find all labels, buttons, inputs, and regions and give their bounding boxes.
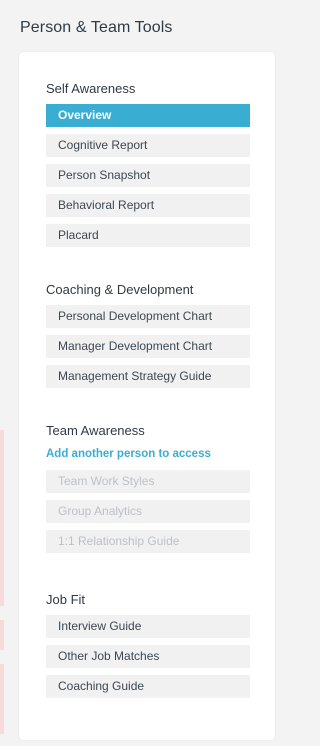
menu-item-personal-development-chart[interactable]: Personal Development Chart [46, 305, 250, 328]
menu-item-overview[interactable]: Overview [46, 104, 250, 127]
menu-item-relationship-guide: 1:1 Relationship Guide [46, 530, 250, 553]
menu-item-placard[interactable]: Placard [46, 224, 250, 247]
menu-item-other-job-matches[interactable]: Other Job Matches [46, 645, 250, 668]
menu-item-group-analytics: Group Analytics [46, 500, 250, 523]
add-person-link[interactable]: Add another person to access [46, 446, 250, 462]
section-coaching-development: Coaching & Development Personal Developm… [46, 281, 250, 395]
section-heading-self-awareness: Self Awareness [46, 81, 136, 96]
panel-title: Person & Team Tools [20, 19, 173, 36]
menu-item-behavioral-report[interactable]: Behavioral Report [46, 194, 250, 217]
left-edge-strip [0, 0, 4, 746]
tools-card: Self Awareness Overview Cognitive Report… [19, 52, 275, 740]
section-heading-job-fit: Job Fit [46, 592, 86, 607]
menu-item-interview-guide[interactable]: Interview Guide [46, 615, 250, 638]
menu-item-coaching-guide[interactable]: Coaching Guide [46, 675, 250, 698]
menu-item-cognitive-report[interactable]: Cognitive Report [46, 134, 250, 157]
section-heading-coaching-development: Coaching & Development [46, 282, 194, 297]
section-job-fit: Job Fit Interview Guide Other Job Matche… [46, 591, 250, 705]
section-team-awareness: Team Awareness Add another person to acc… [46, 422, 250, 560]
section-heading-team-awareness: Team Awareness [46, 423, 145, 438]
menu-item-person-snapshot[interactable]: Person Snapshot [46, 164, 250, 187]
menu-item-team-work-styles: Team Work Styles [46, 470, 250, 493]
menu-item-manager-development-chart[interactable]: Manager Development Chart [46, 335, 250, 358]
section-self-awareness: Self Awareness Overview Cognitive Report… [46, 80, 250, 254]
menu-item-management-strategy-guide[interactable]: Management Strategy Guide [46, 365, 250, 388]
